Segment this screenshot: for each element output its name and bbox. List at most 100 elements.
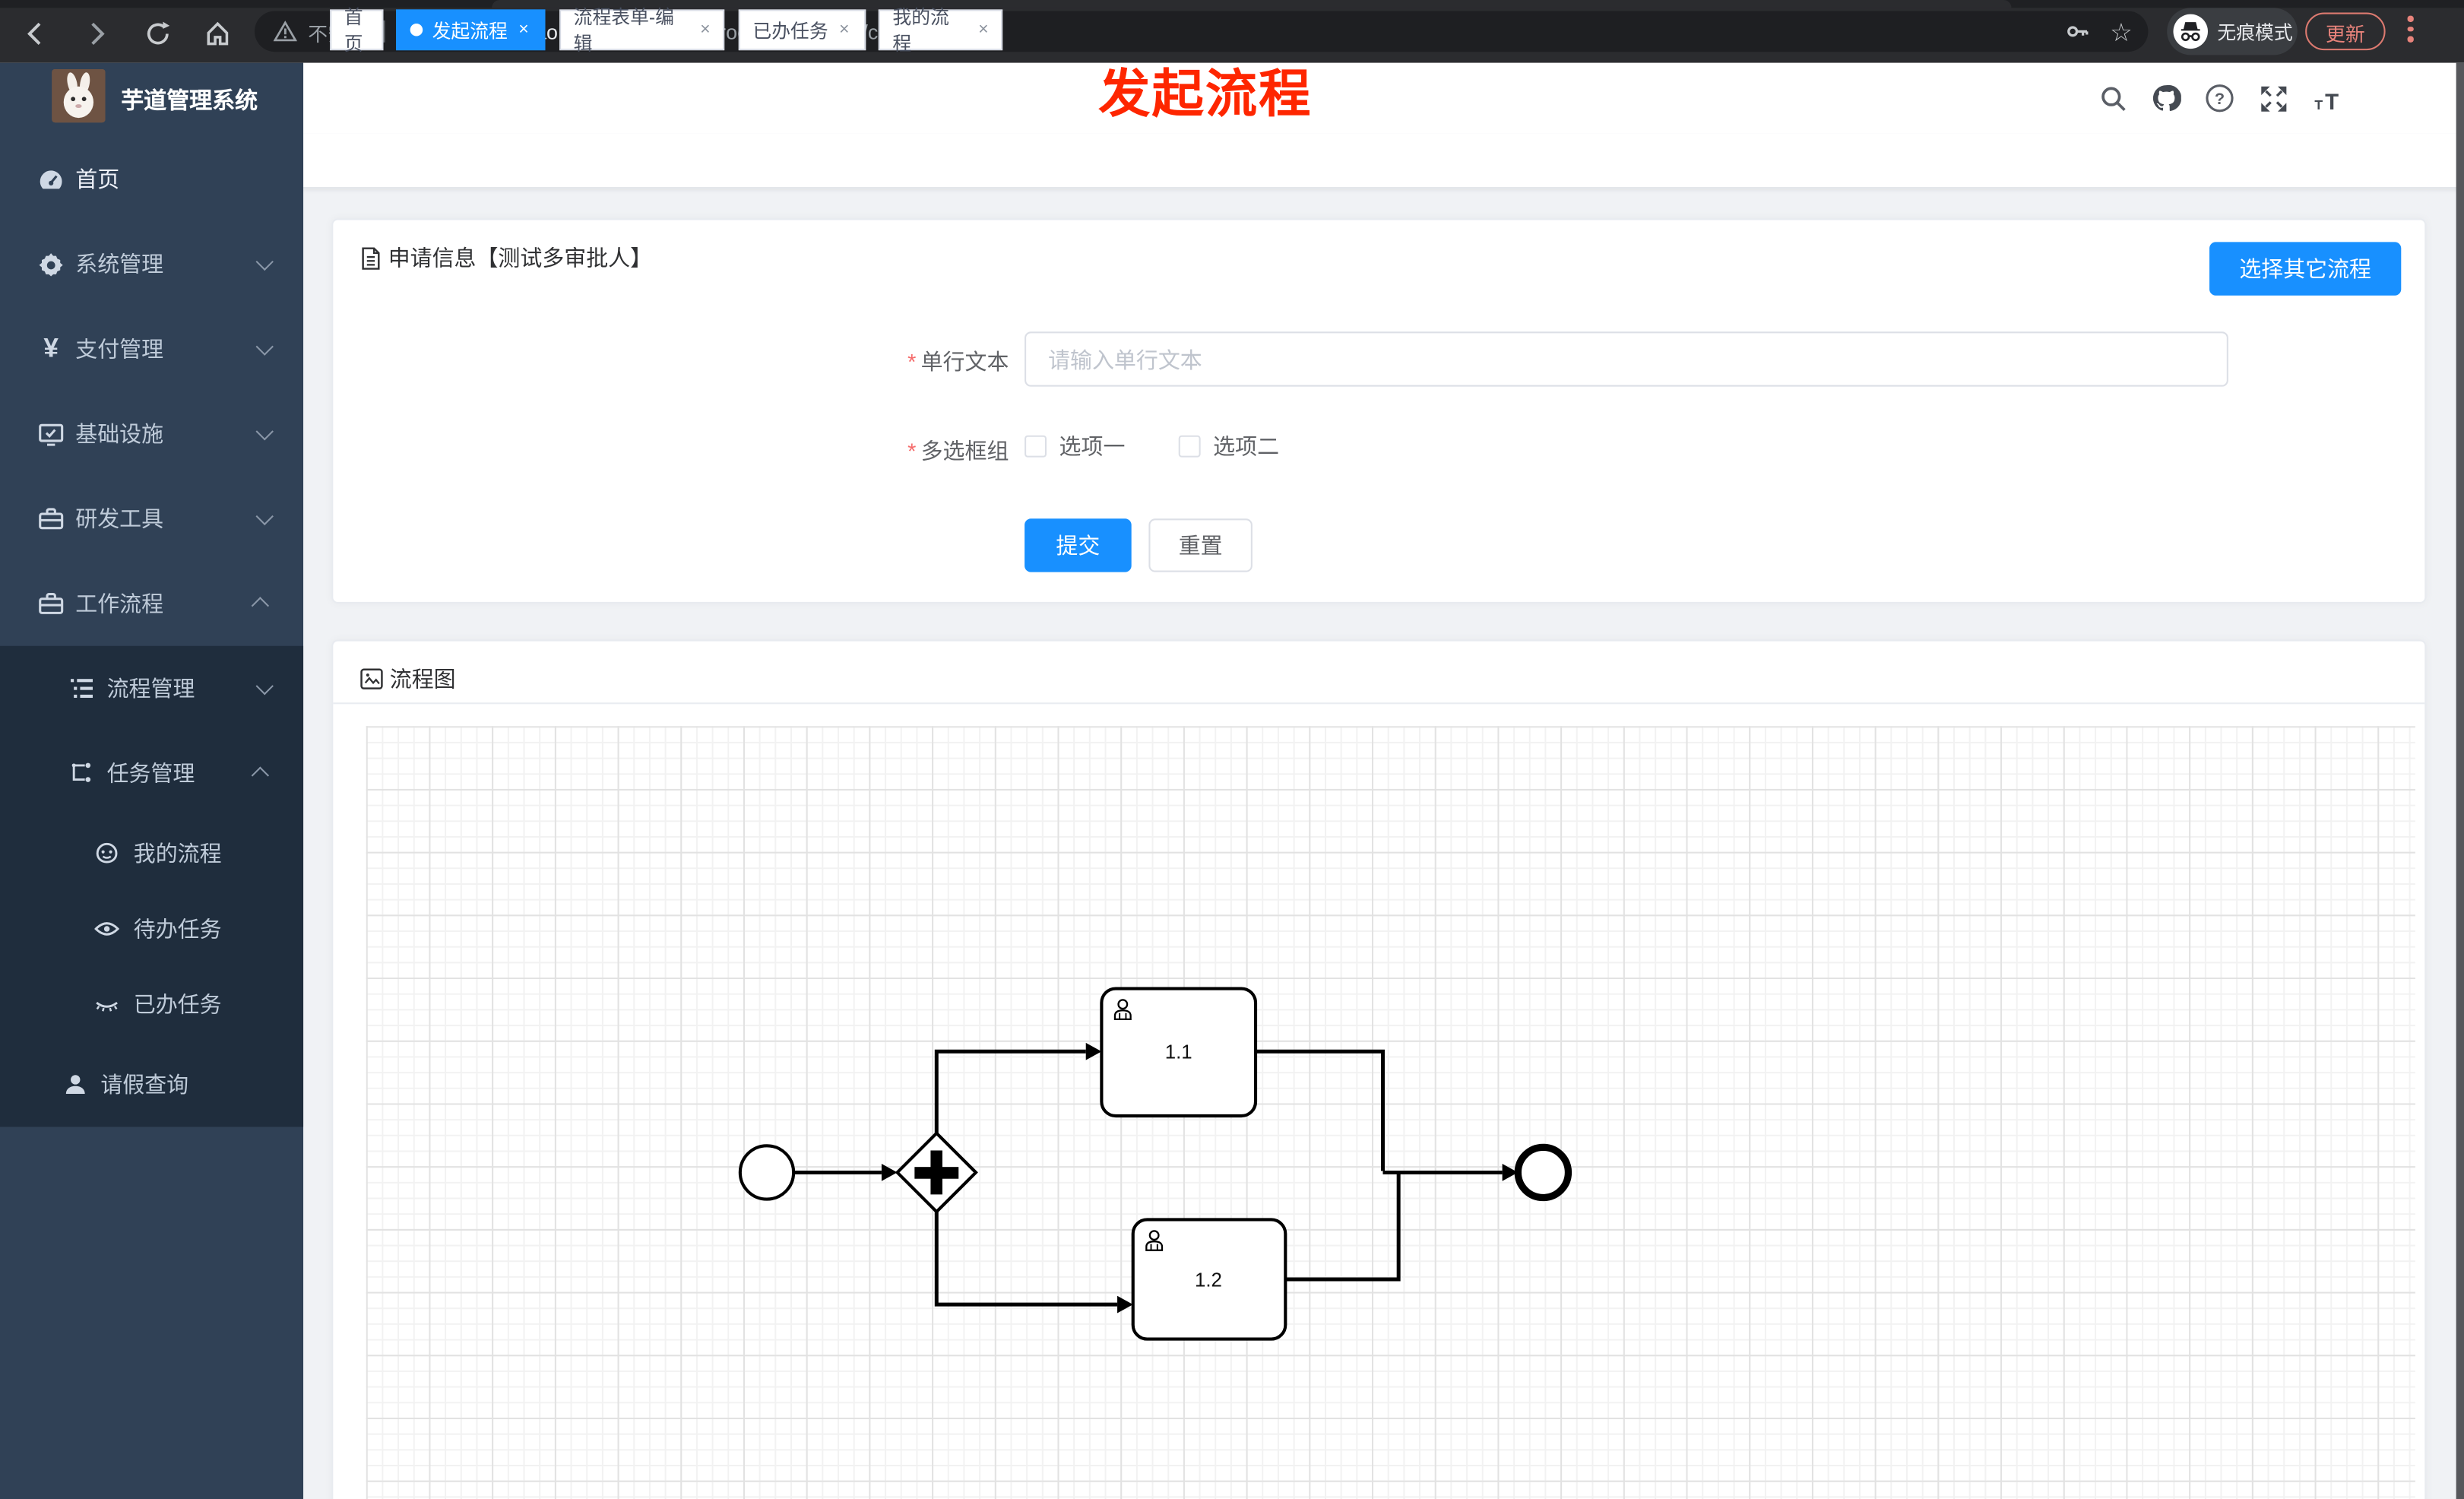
sidebar-item-label: 研发工具: [75, 505, 164, 531]
sidebar-item-todo-tasks[interactable]: 待办任务: [0, 891, 303, 966]
sidebar-item-my-process[interactable]: 我的流程: [0, 816, 303, 891]
bpmn-diagram: 1.1 1.2: [738, 987, 1572, 1341]
flow-diagram-card: 流程图 1.1 1.2: [331, 639, 2427, 1499]
single-line-text-input[interactable]: [1025, 331, 2228, 387]
sidebar-item-label: 请假查询: [100, 1072, 189, 1098]
github-icon[interactable]: [2152, 84, 2181, 113]
workflow-submenu: 流程管理 任务管理 我的流程 待办任务 已办任务 请假查询: [0, 645, 304, 1127]
page-title-annotation: 发起流程: [1098, 64, 1313, 123]
text-field-label: * 单行文本: [907, 349, 1009, 375]
incognito-icon: [2173, 14, 2208, 49]
button-label: 选择其它流程: [2239, 256, 2372, 282]
key-icon[interactable]: [2063, 17, 2091, 46]
sidebar-item-payment[interactable]: ¥ 支付管理: [0, 306, 303, 391]
bpmn-end-event[interactable]: [1514, 1143, 1572, 1202]
app-title: 芋道管理系统: [121, 89, 258, 115]
select-other-process-button[interactable]: 选择其它流程: [2209, 242, 2402, 296]
button-label: 提交: [1056, 532, 1101, 558]
page-scrollbar[interactable]: [2456, 62, 2464, 1499]
required-asterisk: *: [907, 349, 917, 375]
tab-label: 首页: [344, 6, 363, 55]
tag-tab-my-process[interactable]: 我的流程 ×: [878, 6, 1003, 55]
close-icon[interactable]: ×: [839, 21, 849, 40]
flow-icon: [69, 761, 94, 786]
app-logo-avatar: [52, 68, 106, 123]
chevron-up-icon: [251, 766, 270, 784]
sidebar-item-label: 支付管理: [75, 336, 164, 362]
tab-label: 我的流程: [892, 6, 949, 55]
close-icon[interactable]: ×: [700, 21, 710, 40]
chevron-down-icon: [255, 677, 274, 696]
sidebar-item-task-mgmt[interactable]: 任务管理: [0, 730, 303, 816]
sidebar-item-label: 任务管理: [106, 760, 195, 786]
sidebar-item-label: 首页: [75, 166, 120, 192]
svg-text:?: ?: [2215, 89, 2225, 108]
card-title: 申请信息【测试多审批人】: [388, 245, 653, 271]
divider: [333, 702, 2425, 705]
sidebar-item-label: 待办任务: [133, 916, 222, 942]
sidebar-item-leave-query[interactable]: 请假查询: [0, 1042, 303, 1127]
sidebar-item-workflow[interactable]: 工作流程: [0, 561, 303, 646]
tag-tab-form-edit[interactable]: 流程表单-编辑 ×: [559, 6, 725, 55]
bookmark-star-icon[interactable]: ☆: [2110, 17, 2133, 46]
font-size-icon[interactable]: TT: [2311, 84, 2341, 113]
svg-text:T: T: [2314, 97, 2323, 112]
tag-tab-done-tasks[interactable]: 已办任务 ×: [738, 9, 866, 51]
security-warning-icon[interactable]: [273, 21, 297, 43]
browser-active-tab[interactable]: [492, 0, 2012, 8]
option1-label[interactable]: 选项一: [1059, 431, 1126, 462]
sidebar-item-system[interactable]: 系统管理: [0, 222, 303, 307]
sidebar-item-label: 我的流程: [133, 841, 222, 867]
tree-icon: [69, 676, 94, 701]
tab-label: 发起流程: [432, 19, 508, 42]
back-icon[interactable]: [16, 14, 54, 52]
chrome-menu-icon[interactable]: [2407, 15, 2414, 42]
browser-tabstrip: [0, 0, 2464, 8]
user-icon: [63, 1072, 88, 1097]
close-icon[interactable]: ×: [518, 21, 528, 40]
help-icon[interactable]: ?: [2205, 84, 2234, 113]
sidebar-item-label: 流程管理: [106, 676, 195, 702]
sidebar-item-home[interactable]: 首页: [0, 137, 303, 222]
search-icon[interactable]: [2098, 84, 2127, 113]
tab-label: 已办任务: [752, 19, 828, 42]
card-title: 流程图: [389, 666, 456, 692]
dashboard-icon: [38, 166, 65, 192]
update-button[interactable]: 更新: [2305, 12, 2386, 51]
image-icon: [359, 668, 383, 690]
face-icon: [94, 841, 119, 866]
submit-button[interactable]: 提交: [1025, 518, 1132, 572]
active-tab-dot: [410, 24, 423, 36]
checkbox-group-label: * 多选框组: [907, 438, 1009, 464]
button-label: 重置: [1178, 532, 1223, 558]
reset-button[interactable]: 重置: [1148, 518, 1253, 572]
fullscreen-icon[interactable]: [2258, 84, 2288, 113]
svg-text:T: T: [2325, 89, 2339, 113]
option1-checkbox[interactable]: [1025, 435, 1047, 458]
close-icon[interactable]: ×: [978, 21, 988, 40]
tab-label: 流程表单-编辑: [573, 6, 675, 55]
sidebar-item-process-mgmt[interactable]: 流程管理: [0, 646, 303, 731]
required-asterisk: *: [907, 438, 917, 464]
viewport: 不安全 dashboard.yudao.iocoder.cn/bpm/proce…: [0, 0, 2464, 1499]
forward-icon[interactable]: [77, 14, 115, 52]
home-icon[interactable]: [198, 14, 236, 52]
sidebar-item-devtools[interactable]: 研发工具: [0, 476, 303, 561]
eye-closed-icon: [94, 992, 119, 1017]
logo-row[interactable]: 芋道管理系统: [0, 63, 303, 137]
chevron-down-icon: [255, 507, 274, 526]
sidebar-item-infra[interactable]: 基础设施: [0, 391, 303, 477]
application-info-card: 申请信息【测试多审批人】 选择其它流程 *单行文本 *多选框组 选项一 选项二 …: [331, 218, 2427, 604]
bpmn-canvas[interactable]: 1.1 1.2: [366, 726, 2415, 1499]
tag-tab-start-process[interactable]: 发起流程 ×: [396, 9, 546, 51]
chevron-down-icon: [255, 338, 274, 356]
sidebar-menu: 首页 系统管理 ¥ 支付管理 基础设施 研发工具 工作流程: [0, 137, 303, 646]
option2-checkbox[interactable]: [1178, 435, 1201, 458]
option2-label[interactable]: 选项二: [1213, 431, 1279, 462]
tag-tab-home[interactable]: 首页: [330, 6, 384, 55]
reload-icon[interactable]: [138, 14, 176, 52]
document-icon: [359, 246, 382, 270]
sidebar-item-done-tasks[interactable]: 已办任务: [0, 967, 303, 1042]
bpmn-start-event[interactable]: [738, 1144, 796, 1201]
chevron-down-icon: [255, 423, 274, 441]
